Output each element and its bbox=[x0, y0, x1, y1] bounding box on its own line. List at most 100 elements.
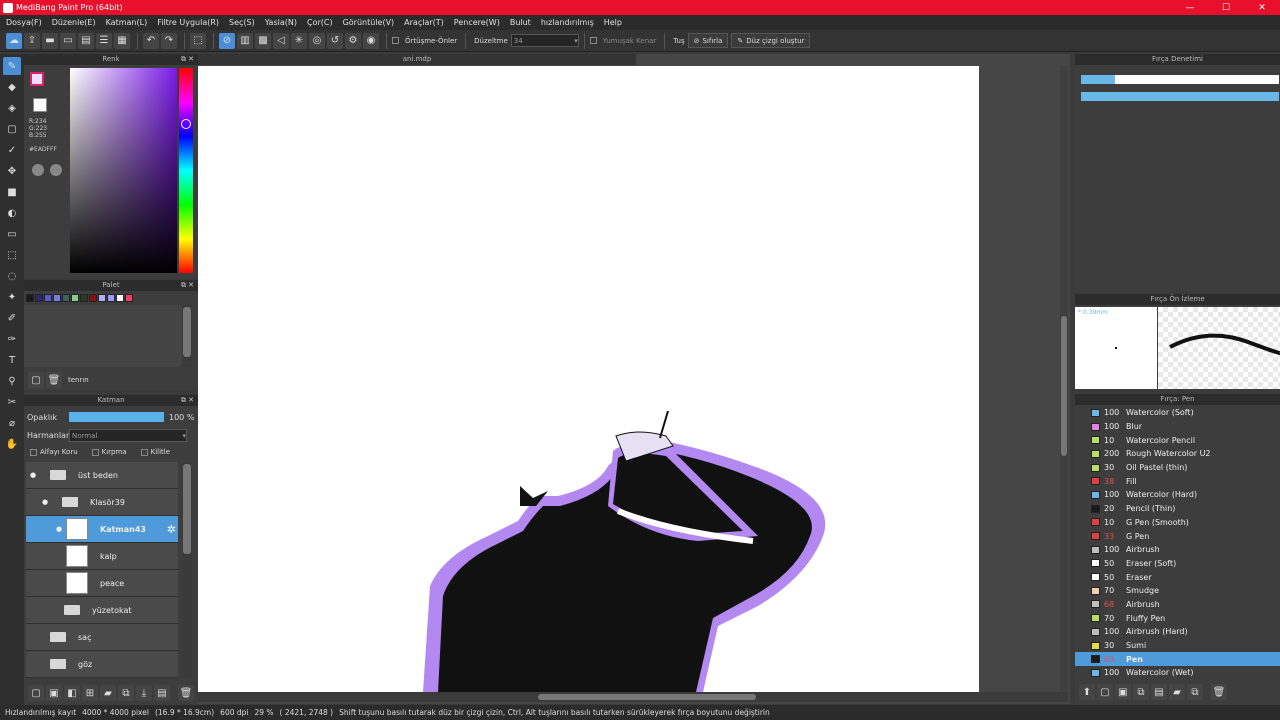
comment-icon[interactable]: ▬ bbox=[42, 32, 58, 49]
layer-row[interactable]: ● üst beden bbox=[26, 462, 178, 489]
brush-tool-icon[interactable]: ✎ bbox=[3, 57, 21, 75]
brush-list-item[interactable]: 10 G Pen (Smooth) bbox=[1075, 516, 1280, 530]
horizontal-scroll-thumb[interactable] bbox=[538, 694, 756, 700]
minimize-button[interactable]: — bbox=[1172, 3, 1208, 13]
layer-settings-icon[interactable]: ▤ bbox=[154, 685, 170, 701]
new-layer-icon[interactable]: ▢ bbox=[28, 685, 44, 701]
fill-rect-icon[interactable]: ■ bbox=[3, 183, 21, 201]
layer-row[interactable]: peace bbox=[26, 570, 178, 597]
grid-icon[interactable]: ▦ bbox=[114, 32, 130, 49]
snap-parallel-icon[interactable]: ▥ bbox=[237, 32, 253, 49]
maximize-button[interactable]: ☐ bbox=[1208, 3, 1244, 13]
antialias-checkbox[interactable] bbox=[392, 37, 399, 44]
divide-tool-icon[interactable]: ✂ bbox=[3, 393, 21, 411]
brush-list-item[interactable]: 100 Blur bbox=[1075, 420, 1280, 434]
layer-row[interactable]: kalp bbox=[26, 543, 178, 570]
palette-swatch[interactable] bbox=[44, 294, 52, 302]
snap-grid-icon[interactable]: ▩ bbox=[255, 32, 271, 49]
select-tool-icon[interactable]: ⬚ bbox=[3, 246, 21, 264]
panel-controls[interactable]: ⧉ ✕ bbox=[181, 54, 194, 65]
layer-row[interactable]: saç bbox=[26, 624, 178, 651]
menu-edit[interactable]: Düzenle(E) bbox=[52, 18, 96, 27]
brush-import-icon[interactable]: ▣ bbox=[1115, 684, 1131, 700]
snap-radial-icon[interactable]: ✳ bbox=[291, 32, 307, 49]
transform-icon[interactable]: ⬚ bbox=[190, 32, 206, 49]
bucket-tool-icon[interactable]: ◐ bbox=[3, 204, 21, 222]
menu-file[interactable]: Dosya(F) bbox=[6, 18, 42, 27]
menu-view[interactable]: Görüntüle(V) bbox=[343, 18, 395, 27]
rectangle-tool-icon[interactable]: ▢ bbox=[3, 120, 21, 138]
lasso-tool-icon[interactable]: ◌ bbox=[3, 267, 21, 285]
brush-folder-icon[interactable]: ▰ bbox=[1169, 684, 1185, 700]
brush-opacity-slider[interactable] bbox=[1081, 92, 1279, 101]
eye-icon[interactable]: ● bbox=[52, 525, 66, 533]
menu-snap[interactable]: Yasla(N) bbox=[265, 18, 297, 27]
delete-layer-icon[interactable]: 🗑 bbox=[178, 685, 194, 701]
color-picker-icon[interactable] bbox=[50, 164, 62, 176]
blend-select[interactable]: Normal ▾ bbox=[69, 429, 187, 442]
palette-swatch[interactable] bbox=[125, 294, 133, 302]
brush-list-item[interactable]: 30 Oil Pastel (thin) bbox=[1075, 461, 1280, 475]
palette-swatch[interactable] bbox=[53, 294, 61, 302]
menu-draw[interactable]: Çor(C) bbox=[307, 18, 333, 27]
brush-list-item[interactable]: 70 Smudge bbox=[1075, 584, 1280, 598]
vertical-scrollbar[interactable] bbox=[1060, 66, 1068, 692]
brush-list-item[interactable]: 33 G Pen bbox=[1075, 529, 1280, 543]
palette-swatch[interactable] bbox=[116, 294, 124, 302]
menu-help[interactable]: Help bbox=[604, 18, 622, 27]
drawing-canvas[interactable] bbox=[198, 66, 979, 692]
brush-list-item[interactable]: 38 Fill bbox=[1075, 474, 1280, 488]
reset-button[interactable]: ⊘ Sıfırla bbox=[687, 33, 729, 48]
brush-page-icon[interactable]: ▤ bbox=[1151, 684, 1167, 700]
background-swatch[interactable] bbox=[33, 98, 47, 112]
undo-icon[interactable]: ↶ bbox=[143, 32, 159, 49]
eraser-tool-icon[interactable]: ◆ bbox=[3, 78, 21, 96]
new-folder-icon[interactable]: ▰ bbox=[100, 685, 116, 701]
brush-list-item[interactable]: 100 Watercolor (Soft) bbox=[1075, 406, 1280, 420]
check-tool-icon[interactable]: ✓ bbox=[3, 141, 21, 159]
palette-swatch[interactable] bbox=[107, 294, 115, 302]
palette-swatch[interactable] bbox=[98, 294, 106, 302]
layer-row[interactable]: ● Klasör39 bbox=[26, 489, 178, 516]
foreground-swatch[interactable] bbox=[30, 72, 44, 86]
magic-wand-icon[interactable]: ✦ bbox=[3, 288, 21, 306]
brush-list-item[interactable]: 50 Eraser bbox=[1075, 570, 1280, 584]
brush-list-item[interactable]: 70 Fluffy Pen bbox=[1075, 611, 1280, 625]
select-eraser-icon[interactable]: ✑ bbox=[3, 330, 21, 348]
straight-line-button[interactable]: ✎ Düz çizgi oluştur bbox=[731, 33, 811, 48]
brush-list-item[interactable]: 68 Airbrush bbox=[1075, 598, 1280, 612]
correction-select[interactable]: 34 ▾ bbox=[510, 34, 579, 47]
horizontal-scrollbar[interactable] bbox=[198, 692, 1068, 702]
brush-list-item[interactable]: 30 Sumi bbox=[1075, 639, 1280, 653]
upload-icon[interactable]: ⇪ bbox=[24, 32, 40, 49]
snap-circle-icon[interactable]: ◎ bbox=[309, 32, 325, 49]
menu-filter[interactable]: Filtre Uygula(R) bbox=[157, 18, 219, 27]
snap-vanish-icon[interactable]: ◁ bbox=[273, 32, 289, 49]
panel-controls[interactable]: ⧉ ✕ bbox=[181, 395, 194, 406]
brush-copy-icon[interactable]: ⧉ bbox=[1133, 684, 1149, 700]
brush-list-item[interactable]: 100 Watercolor (Hard) bbox=[1075, 488, 1280, 502]
soft-edge-checkbox[interactable] bbox=[589, 37, 597, 44]
snap-curve-icon[interactable]: ↺ bbox=[327, 32, 343, 49]
brush-list-item[interactable]: 100 Watercolor (Wet) bbox=[1075, 666, 1280, 680]
document-tab[interactable]: ani.mdp bbox=[198, 54, 636, 65]
settings-icon[interactable]: ⚙ bbox=[345, 32, 361, 49]
layer-row[interactable]: göz bbox=[26, 651, 178, 678]
list-icon[interactable]: ☰ bbox=[96, 32, 112, 49]
brush-list-item[interactable]: 10Watercolor Pencil bbox=[1075, 680, 1280, 682]
palette-swatch[interactable] bbox=[62, 294, 70, 302]
add-layer-menu-icon[interactable]: ⊞ bbox=[82, 685, 98, 701]
hue-slider[interactable] bbox=[179, 68, 193, 273]
snap-off-icon[interactable]: ⊘ bbox=[219, 32, 235, 49]
operation-tool-icon[interactable]: ⚲ bbox=[3, 372, 21, 390]
page-icon[interactable]: ▤ bbox=[78, 32, 94, 49]
layer-row[interactable]: yüzetokat bbox=[26, 597, 178, 624]
brush-list-item[interactable]: 03 Pen bbox=[1075, 652, 1280, 667]
delete-palette-icon[interactable]: 🗑 bbox=[46, 372, 62, 388]
vertical-scroll-thumb[interactable] bbox=[1061, 316, 1067, 456]
brush-delete-icon[interactable]: 🗑 bbox=[1211, 684, 1227, 700]
redo-icon[interactable]: ↷ bbox=[161, 32, 177, 49]
panel-controls[interactable]: ⧉ ✕ bbox=[181, 280, 194, 291]
menu-cloud[interactable]: Bulut bbox=[510, 18, 531, 27]
eye-icon[interactable]: ● bbox=[26, 471, 40, 479]
